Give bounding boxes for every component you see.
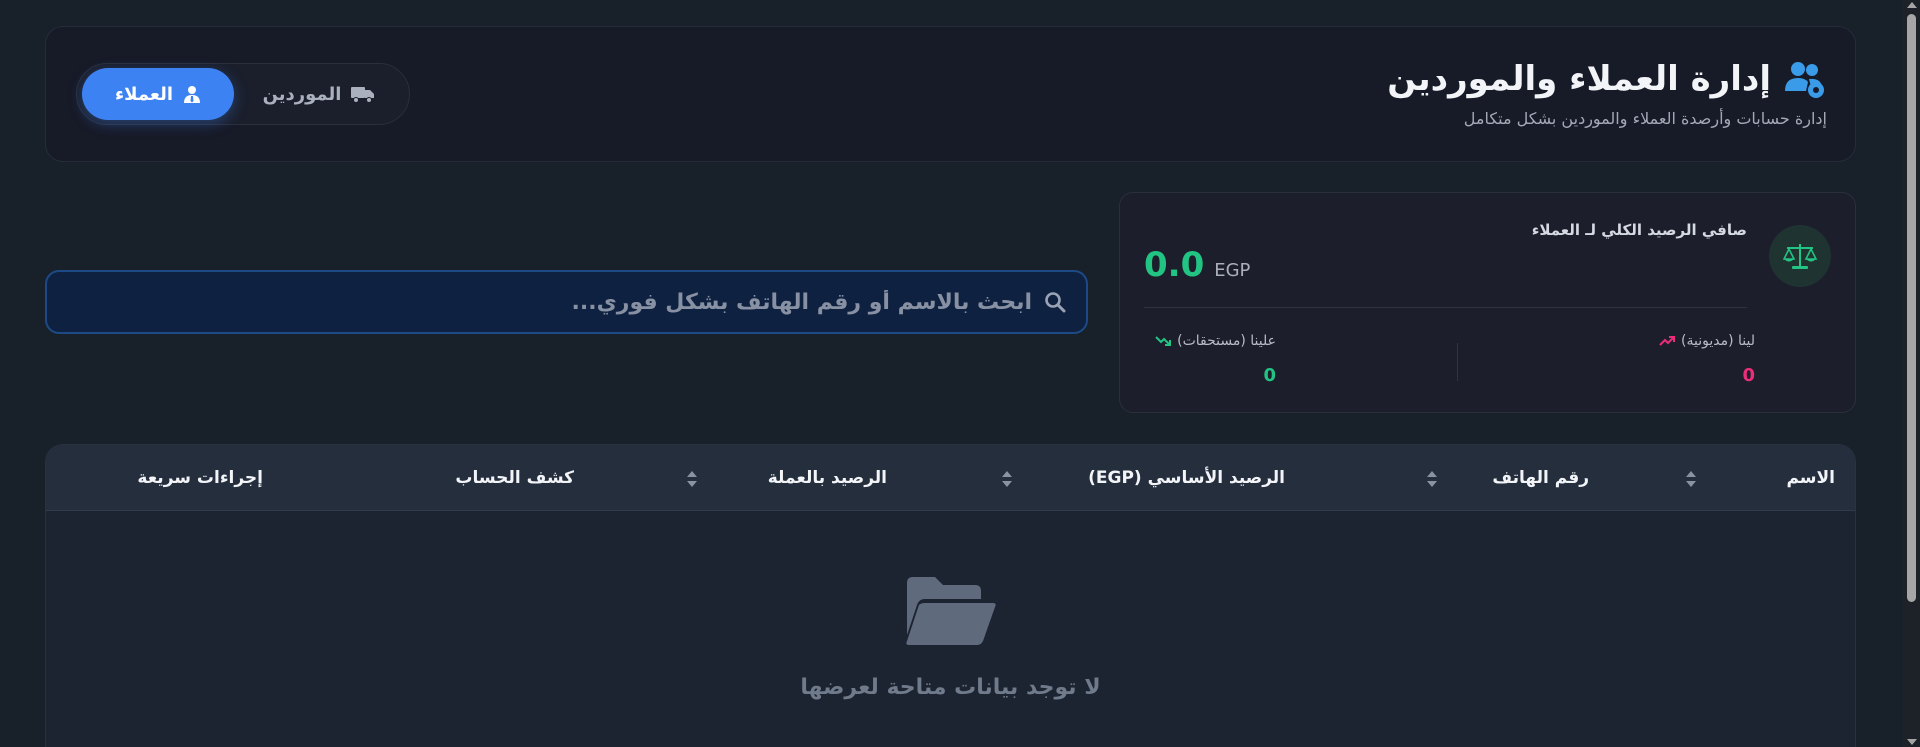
table-header: الاسم رقم الهاتف الرصيد الأساسي (EGP) ال… [46, 445, 1855, 511]
sort-icon[interactable] [1426, 470, 1438, 488]
customers-tab[interactable]: العملاء [82, 68, 234, 120]
credit-label: علينا (مستحقات) [1177, 333, 1276, 349]
search-input[interactable] [67, 289, 1032, 315]
customer-supplier-toggle: العملاء الموردين [76, 63, 410, 125]
truck-icon [351, 87, 375, 103]
balance-summary-card: صافي الرصيد الكلي لـ العملاء 0.0 EGP لين… [1119, 192, 1856, 413]
suppliers-tab-label: الموردين [262, 83, 342, 105]
records-table: الاسم رقم الهاتف الرصيد الأساسي (EGP) ال… [45, 444, 1856, 747]
suppliers-tab[interactable]: الموردين [234, 68, 404, 120]
trend-down-icon [1155, 336, 1172, 346]
column-header-currency-balance[interactable]: الرصيد بالعملة [768, 468, 887, 488]
credit-summary: علينا (مستحقات) 0 [1155, 333, 1276, 386]
folder-open-icon [905, 577, 996, 645]
column-header-phone[interactable]: رقم الهاتف [1492, 468, 1589, 488]
sort-icon[interactable] [686, 470, 698, 488]
column-header-statement: كشف الحساب [455, 468, 574, 488]
empty-state: لا توجد بيانات متاحة لعرضها [46, 575, 1855, 700]
page-scrollbar[interactable] [1903, 0, 1920, 747]
page-subtitle: إدارة حسابات وأرصدة العملاء والموردين بش… [1463, 109, 1827, 128]
credit-value: 0 [1263, 365, 1276, 386]
divider [1144, 307, 1747, 308]
column-header-quick-actions: إجراءات سريعة [137, 468, 263, 488]
net-balance-label: صافي الرصيد الكلي لـ العملاء [1531, 221, 1747, 239]
debt-summary: لينا (مديونية) 0 [1659, 333, 1755, 386]
scroll-down-arrow[interactable] [1907, 739, 1917, 745]
column-header-base-balance[interactable]: الرصيد الأساسي (EGP) [1088, 468, 1285, 488]
user-tie-icon [184, 86, 201, 103]
title-block: إدارة العملاء والموردين إدارة حسابات وأر… [1387, 59, 1827, 128]
debt-value: 0 [1742, 365, 1755, 386]
trend-up-icon [1659, 336, 1676, 346]
users-gear-icon [1785, 62, 1824, 98]
scale-balance-icon [1769, 225, 1831, 287]
sort-icon[interactable] [1685, 470, 1697, 488]
empty-message: لا توجد بيانات متاحة لعرضها [800, 675, 1101, 700]
scroll-up-arrow[interactable] [1907, 2, 1917, 8]
scroll-thumb[interactable] [1907, 14, 1916, 602]
debt-label: لينا (مديونية) [1681, 333, 1755, 349]
sort-icon[interactable] [1001, 470, 1013, 488]
net-balance-currency: EGP [1214, 260, 1251, 281]
net-balance-amount: 0.0 [1144, 245, 1205, 285]
header-card: إدارة العملاء والموردين إدارة حسابات وأر… [45, 26, 1856, 162]
divider [1457, 343, 1458, 381]
search-icon [1045, 292, 1066, 313]
customers-tab-label: العملاء [114, 83, 174, 105]
page-title: إدارة العملاء والموردين [1387, 59, 1771, 99]
column-header-name[interactable]: الاسم [1786, 468, 1835, 488]
net-balance: 0.0 EGP [1144, 245, 1250, 285]
search-bar [45, 270, 1088, 334]
